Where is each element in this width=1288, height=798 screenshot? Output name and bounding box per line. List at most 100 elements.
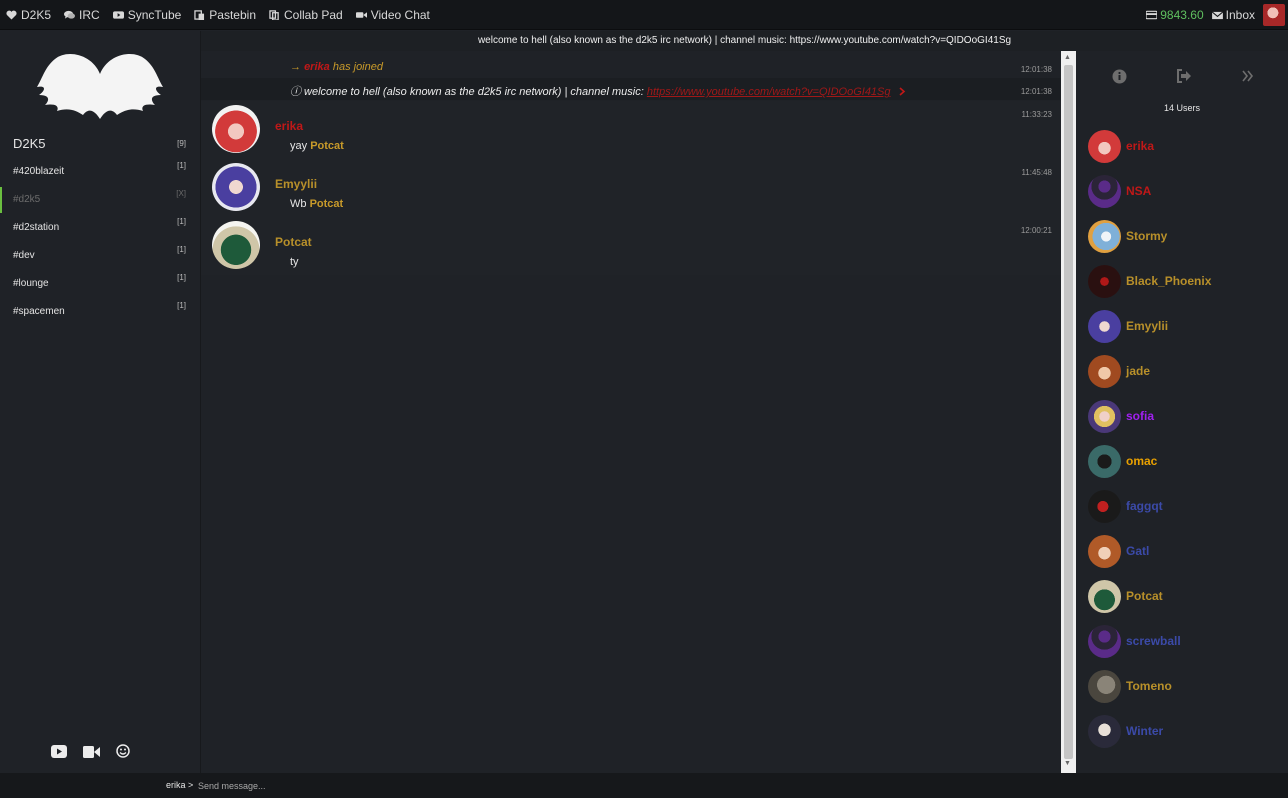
- channel-sidebar: D2K5 [9] #420blazeit [1] #d2k5 [X] #d2st…: [0, 31, 201, 773]
- collapse-panel-button[interactable]: [1242, 69, 1254, 87]
- user-list-item[interactable]: Gatl: [1088, 535, 1278, 571]
- user-avatar: [1088, 175, 1121, 208]
- video-call-button[interactable]: [83, 745, 100, 763]
- message-text: ty: [290, 256, 299, 268]
- message-text: yay: [290, 140, 308, 152]
- nav-collab-pad[interactable]: Collab Pad: [269, 8, 343, 22]
- channel-lounge[interactable]: #lounge [1]: [0, 271, 200, 297]
- user-list-item[interactable]: Winter: [1088, 715, 1278, 751]
- message-avatar[interactable]: [212, 105, 260, 153]
- user-list-item[interactable]: NSA: [1088, 175, 1278, 211]
- channel-dev[interactable]: #dev [1]: [0, 243, 200, 269]
- message-body: Wb Potcat: [290, 198, 343, 210]
- message-avatar[interactable]: [212, 163, 260, 211]
- timestamp: 12:01:38: [1020, 87, 1052, 96]
- user-avatar: [1088, 130, 1121, 163]
- user-avatar: [1088, 400, 1121, 433]
- input-prompt: erika >: [166, 780, 194, 790]
- nav-pastebin-label: Pastebin: [209, 7, 256, 22]
- chat-message: erika 11:33:23 yay Potcat: [201, 101, 1061, 159]
- nav-menu: D2K5 IRC SyncTube Pastebin Collab Pad Vi…: [0, 8, 443, 22]
- message-body: yay Potcat: [290, 140, 344, 152]
- message-nick[interactable]: Potcat: [275, 235, 312, 249]
- user-list-item[interactable]: screwball: [1088, 625, 1278, 661]
- user-list-item[interactable]: jade: [1088, 355, 1278, 391]
- join-message: → erika has joined 12:01:38: [201, 56, 1061, 78]
- youtube-button[interactable]: [51, 744, 67, 763]
- user-avatar: [1088, 310, 1121, 343]
- message-input-bar: erika >: [0, 773, 1288, 798]
- top-navigation-bar: D2K5 IRC SyncTube Pastebin Collab Pad Vi…: [0, 0, 1288, 30]
- user-list-item[interactable]: Potcat: [1088, 580, 1278, 616]
- user-list-item[interactable]: erika: [1088, 130, 1278, 166]
- nav-synctube-label: SyncTube: [127, 7, 182, 22]
- user-list-item[interactable]: Black_Phoenix: [1088, 265, 1278, 301]
- scroll-down-arrow[interactable]: ▼: [1064, 760, 1071, 767]
- channel-close[interactable]: [X]: [176, 189, 186, 198]
- user-list-item[interactable]: Stormy: [1088, 220, 1278, 256]
- user-list-item[interactable]: omac: [1088, 445, 1278, 481]
- user-avatar[interactable]: [1263, 4, 1285, 26]
- channel-spacemen[interactable]: #spacemen [1]: [0, 299, 200, 325]
- nav-collab-pad-label: Collab Pad: [284, 7, 343, 22]
- comments-icon: [64, 10, 76, 19]
- timestamp: 11:45:48: [1021, 168, 1052, 177]
- nav-irc-label: IRC: [79, 7, 100, 22]
- inbox-label: Inbox: [1225, 8, 1255, 22]
- user-list-item[interactable]: Tomeno: [1088, 670, 1278, 706]
- leave-channel-button[interactable]: [1176, 69, 1192, 88]
- channel-name: #d2k5: [13, 194, 41, 205]
- scroll-up-arrow[interactable]: ▲: [1064, 54, 1071, 61]
- youtube-icon: [112, 10, 124, 19]
- nav-video-chat[interactable]: Video Chat: [355, 8, 430, 22]
- user-name: Gatl: [1126, 544, 1150, 558]
- youtube-icon: [51, 744, 67, 758]
- message-nick[interactable]: Emyylii: [275, 177, 317, 191]
- mention[interactable]: Potcat: [310, 198, 344, 210]
- scroll-thumb[interactable]: [1064, 65, 1073, 759]
- topic-link[interactable]: https://www.youtube.com/watch?v=QIDOoGI4…: [647, 86, 891, 98]
- user-name: faggqt: [1126, 499, 1163, 513]
- balance[interactable]: 9843.60: [1146, 8, 1204, 22]
- info-button[interactable]: [1112, 69, 1127, 89]
- network-name[interactable]: D2K5: [13, 136, 46, 151]
- user-name: screwball: [1126, 634, 1181, 648]
- user-name: Winter: [1126, 724, 1164, 738]
- paste-icon: [194, 9, 205, 20]
- nav-pastebin[interactable]: Pastebin: [194, 8, 256, 22]
- channel-d2station[interactable]: #d2station [1]: [0, 215, 200, 241]
- nav-irc[interactable]: IRC: [64, 8, 100, 22]
- video-camera-icon: [83, 745, 100, 758]
- nav-d2k5[interactable]: D2K5: [6, 8, 51, 22]
- mention[interactable]: Potcat: [310, 140, 344, 152]
- message-input[interactable]: [198, 776, 1278, 795]
- message-scrollbar[interactable]: ▲ ▼: [1061, 51, 1076, 773]
- user-list-item[interactable]: sofia: [1088, 400, 1278, 436]
- nav-synctube[interactable]: SyncTube: [112, 7, 182, 22]
- channel-420blazeit[interactable]: #420blazeit [1]: [0, 159, 200, 185]
- user-list-item[interactable]: Emyylii: [1088, 310, 1278, 346]
- channel-name: #spacemen: [13, 306, 65, 317]
- user-name: Emyylii: [1126, 319, 1169, 333]
- channel-d2k5[interactable]: #d2k5 [X]: [0, 187, 200, 213]
- message-avatar[interactable]: [212, 221, 260, 269]
- user-avatar: [1088, 535, 1121, 568]
- balance-value: 9843.60: [1160, 8, 1204, 22]
- user-name: NSA: [1126, 184, 1152, 198]
- user-list-item[interactable]: faggqt: [1088, 490, 1278, 526]
- timestamp: 12:01:38: [1020, 65, 1052, 74]
- user-name: Tomeno: [1126, 679, 1172, 693]
- user-name: erika: [1126, 139, 1155, 153]
- inbox-link[interactable]: Inbox: [1211, 8, 1255, 22]
- user-list-panel: 14 Users erika NSA Stormy Black_Phoenix …: [1076, 51, 1288, 773]
- join-label: has joined: [332, 61, 383, 73]
- emoji-button[interactable]: [116, 744, 130, 763]
- message-nick[interactable]: erika: [275, 119, 303, 133]
- channel-count: [1]: [177, 245, 186, 254]
- envelope-icon: [1211, 10, 1223, 19]
- double-chevron-right-icon: [1242, 70, 1254, 82]
- user-count: 14 Users: [1163, 103, 1200, 113]
- user-name: omac: [1126, 454, 1158, 468]
- credit-card-icon: [1146, 10, 1158, 20]
- join-nick[interactable]: erika: [304, 61, 330, 73]
